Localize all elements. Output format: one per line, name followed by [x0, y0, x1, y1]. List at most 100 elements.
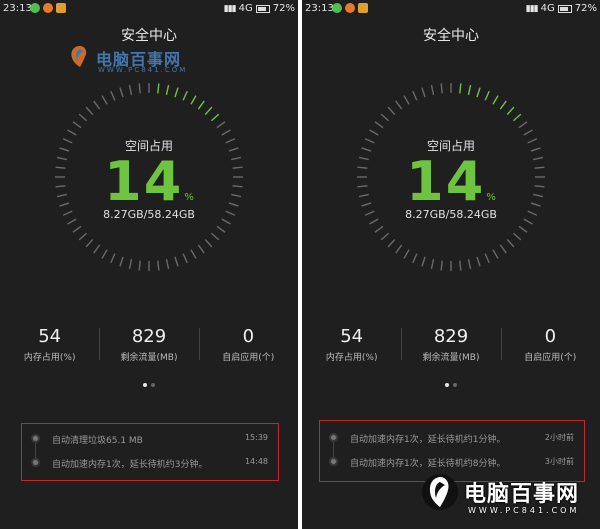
- dial-tick: [467, 259, 472, 270]
- dial-tick: [412, 90, 418, 101]
- dial-tick: [499, 244, 507, 254]
- status-time: 23:13: [305, 3, 334, 14]
- stat-label: 剩余流量(MB): [422, 353, 480, 363]
- battery-percent: 72%: [272, 3, 295, 14]
- page-dot: [453, 383, 457, 387]
- dial-tick: [182, 253, 188, 264]
- signal-icon: ▮▮▮: [525, 3, 539, 14]
- log-item[interactable]: 自动加速内存1次，延长待机约3分钟。 14:48: [22, 453, 278, 473]
- storage-percent: 14%: [0, 150, 298, 213]
- stats-row: 54 内存占用(%) 829 剩余流量(MB) 0 自启应用(个): [302, 326, 600, 366]
- stats-row: 54 内存占用(%) 829 剩余流量(MB) 0 自启应用(个): [0, 326, 298, 366]
- stat-label: 剩余流量(MB): [120, 353, 178, 363]
- timeline-dot-icon: [31, 434, 40, 443]
- page-indicator: [302, 383, 600, 387]
- status-bar: 23:13 ▮▮▮ 4G 72%: [0, 0, 298, 18]
- log-text: 自动加速内存1次，延长待机约8分钟。: [350, 459, 506, 469]
- dial-tick-filled: [484, 90, 490, 101]
- wechat-icon: [332, 3, 342, 13]
- dial-tick: [67, 129, 77, 136]
- watermark-url: WWW.PC841.COM: [98, 66, 188, 74]
- timeline-dot-icon: [329, 433, 338, 442]
- dial-tick: [197, 244, 205, 254]
- dial-tick: [157, 260, 160, 271]
- dial-tick: [421, 87, 426, 98]
- stat-memory[interactable]: 54 内存占用(%): [0, 326, 99, 366]
- percent-sign: %: [184, 192, 194, 203]
- percent-sign: %: [486, 192, 496, 203]
- timeline-dot-icon: [329, 457, 338, 466]
- weibo-icon: [43, 3, 53, 13]
- activity-log-highlight: 自动清理垃圾65.1 MB 15:39 自动加速内存1次，延长待机约3分钟。 1…: [21, 423, 279, 481]
- dial-tick-filled: [467, 84, 472, 95]
- dial-tick-filled: [182, 90, 188, 101]
- log-item[interactable]: 自动加速内存1次，延长待机约8分钟。 3小时前: [320, 452, 584, 472]
- battery-percent: 72%: [574, 3, 597, 14]
- dial-tick: [403, 95, 410, 105]
- notification-icons: [30, 3, 66, 13]
- dial-tick-filled: [499, 100, 507, 110]
- log-time: 3小时前: [544, 457, 574, 466]
- dial-tick-filled: [210, 113, 220, 122]
- dial-tick: [85, 106, 94, 116]
- battery-icon: [255, 4, 270, 13]
- dial-tick: [403, 249, 410, 259]
- stat-autostart-apps[interactable]: 0 自启应用(个): [198, 326, 298, 366]
- dial-tick: [518, 225, 528, 233]
- app-notification-icon: [56, 3, 66, 13]
- dial-tick: [101, 95, 108, 105]
- log-item[interactable]: 自动加速内存1次，延长待机约1分钟。 2小时前: [320, 428, 584, 448]
- dial-tick-filled: [197, 100, 205, 110]
- stat-data-remaining[interactable]: 829 剩余流量(MB): [401, 326, 500, 366]
- dial-tick: [72, 121, 82, 129]
- dial-tick: [476, 256, 481, 267]
- dial-tick: [518, 121, 528, 129]
- dial-tick: [128, 84, 133, 95]
- dial-tick: [412, 253, 418, 264]
- dial-tick: [78, 113, 88, 122]
- dial-tick: [119, 87, 124, 98]
- dial-tick: [204, 238, 213, 248]
- dial-tick: [387, 106, 396, 116]
- log-item[interactable]: 自动清理垃圾65.1 MB 15:39: [22, 429, 278, 449]
- stat-label: 自启应用(个): [524, 353, 577, 363]
- dial-tick: [119, 256, 124, 267]
- dial-tick: [93, 100, 101, 110]
- stat-value: 54: [340, 326, 364, 347]
- dial-tick: [85, 238, 94, 248]
- stat-autostart-apps[interactable]: 0 自启应用(个): [500, 326, 600, 366]
- dial-tick: [138, 83, 141, 94]
- dial-tick: [395, 244, 403, 254]
- dial-tick: [506, 238, 515, 248]
- stat-memory[interactable]: 54 内存占用(%): [302, 326, 401, 366]
- stat-data-remaining[interactable]: 829 剩余流量(MB): [99, 326, 198, 366]
- dial-tick: [190, 249, 197, 259]
- dial-tick-filled: [512, 113, 522, 122]
- dial-tick: [380, 113, 390, 122]
- notification-icons: [332, 3, 368, 13]
- dial-tick: [216, 121, 226, 129]
- page-title: 安全中心: [423, 28, 479, 44]
- dial-tick: [440, 83, 443, 94]
- dial-tick: [459, 260, 462, 271]
- status-time: 23:13: [3, 3, 32, 14]
- battery-icon: [557, 4, 572, 13]
- dial-tick: [492, 249, 499, 259]
- dial-tick: [93, 244, 101, 254]
- dial-tick: [138, 260, 141, 271]
- stat-value: 54: [38, 326, 62, 347]
- status-indicators: ▮▮▮ 4G 72%: [224, 3, 295, 14]
- dial-tick-filled: [492, 95, 499, 105]
- watermark-logo-bottom: 电脑百事网 WWW.PC841.COM: [420, 470, 596, 526]
- page-dot: [151, 383, 155, 387]
- stat-label: 自启应用(个): [222, 353, 275, 363]
- app-notification-icon: [358, 3, 368, 13]
- dial-tick: [421, 256, 426, 267]
- dial-tick-filled: [476, 87, 481, 98]
- log-time: 14:48: [244, 457, 268, 466]
- dial-tick: [523, 129, 533, 136]
- network-type: 4G: [238, 3, 253, 14]
- status-indicators: ▮▮▮ 4G 72%: [526, 3, 597, 14]
- watermark-logo: 电脑百事网 WWW.PC841.COM: [68, 42, 228, 80]
- dial-tick-filled: [174, 87, 179, 98]
